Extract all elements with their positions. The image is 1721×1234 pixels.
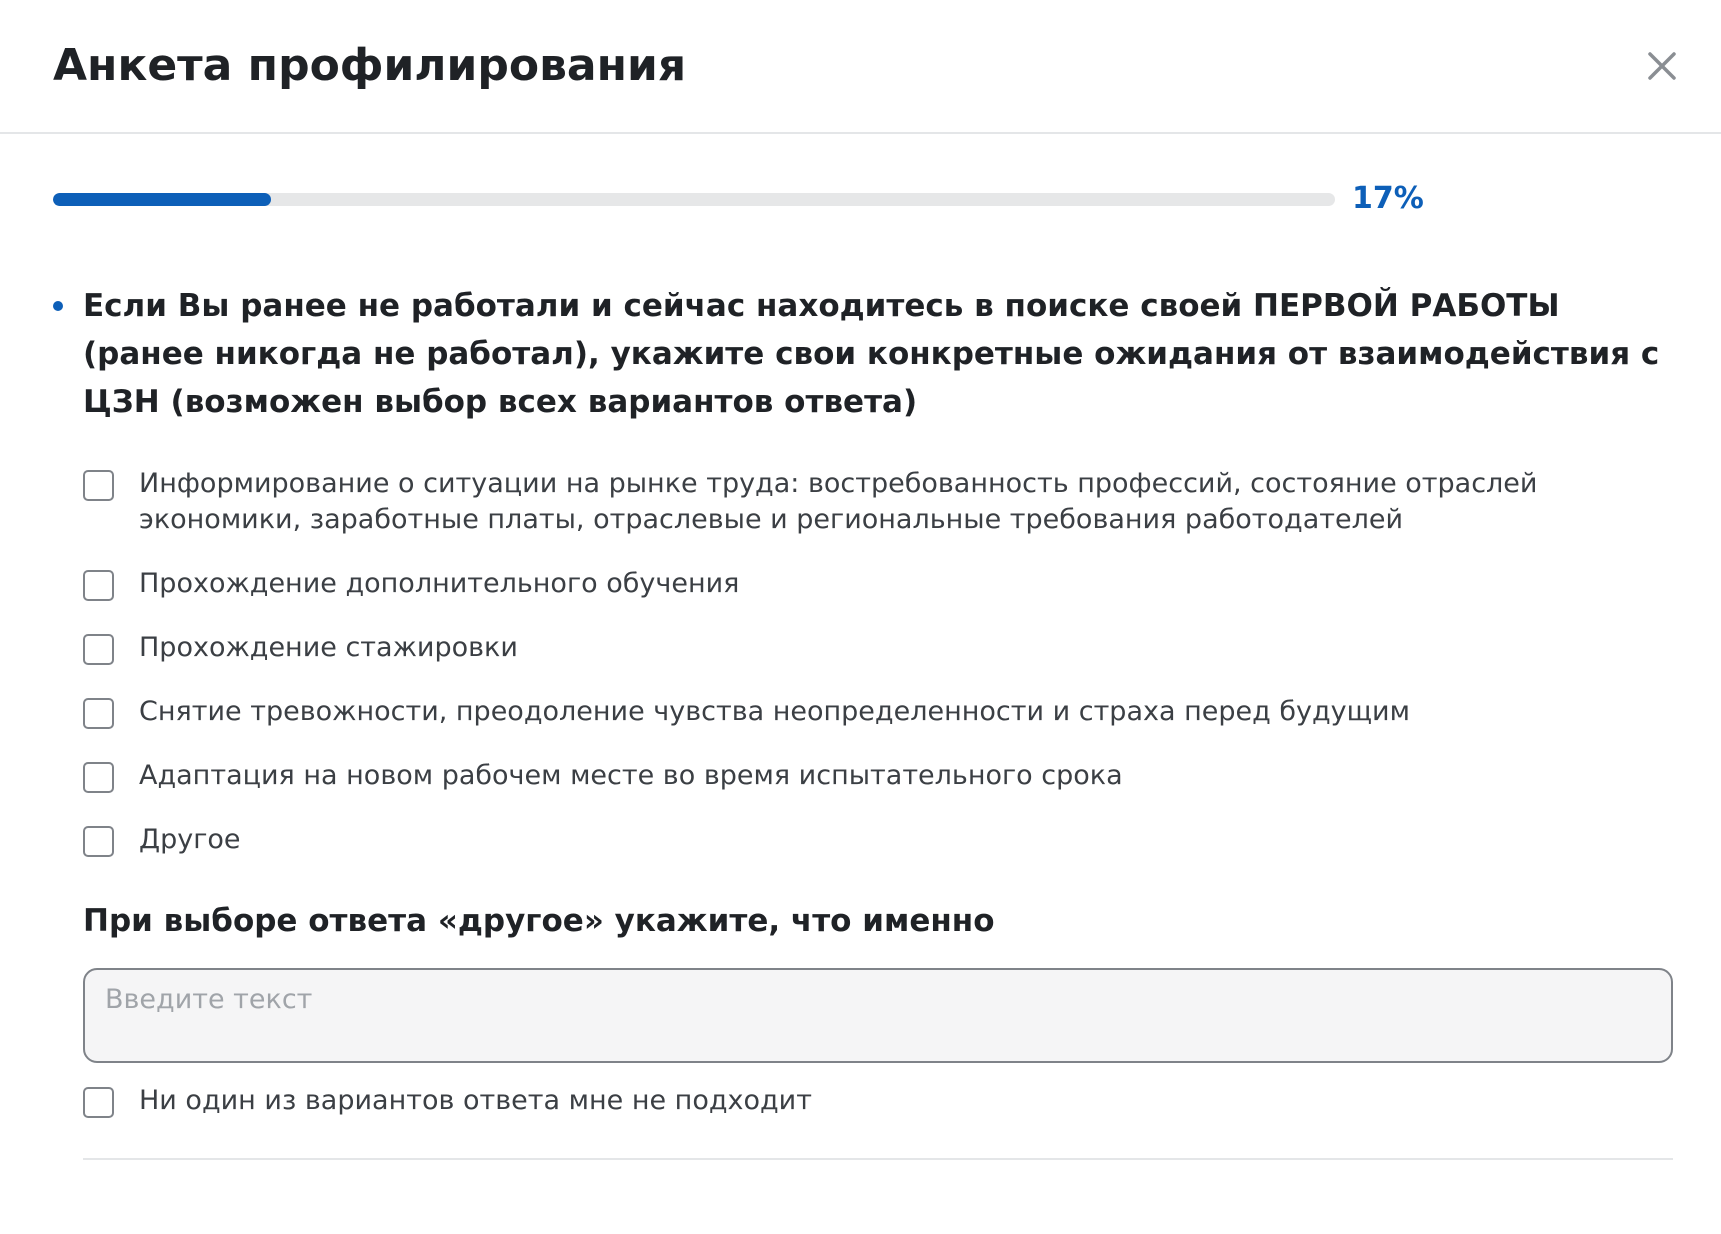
option-checkbox[interactable] [83,570,114,601]
option-checkbox[interactable] [83,470,114,501]
other-answer-title: При выборе ответа «другое» укажите, что … [83,903,995,939]
other-answer-input[interactable] [83,968,1673,1063]
progress-percent: 17% [1352,181,1424,216]
option-checkbox[interactable] [83,1087,114,1118]
option-label: Информирование о ситуации на рынке труда… [139,468,1538,535]
question-bullet [53,301,63,311]
question-text: Если Вы ранее не работали и сейчас наход… [83,288,1660,420]
dialog-title: Анкета профилирования [53,40,687,91]
option-checkbox[interactable] [83,762,114,793]
option-labour-market-info[interactable]: Информирование о ситуации на рынке труда… [83,466,1683,538]
option-label: Другое [139,824,241,855]
dialog-header: Анкета профилирования [0,0,1721,134]
option-additional-training[interactable]: Прохождение дополнительного обучения [83,566,1683,602]
option-label: Прохождение дополнительного обучения [139,568,740,599]
option-label: Ни один из вариантов ответа мне не подхо… [139,1085,812,1116]
option-label: Адаптация на новом рабочем месте во врем… [139,760,1123,791]
close-icon [1648,52,1676,80]
answer-options: Информирование о ситуации на рынке труда… [83,466,1683,886]
option-label: Снятие тревожности, преодоление чувства … [139,696,1410,727]
bottom-divider [83,1158,1673,1160]
option-internship[interactable]: Прохождение стажировки [83,630,1683,666]
option-other[interactable]: Другое [83,822,1683,858]
progress-bar [53,193,1335,206]
option-checkbox[interactable] [83,698,114,729]
option-none-suitable[interactable]: Ни один из вариантов ответа мне не подхо… [83,1083,1679,1119]
close-button[interactable] [1641,45,1683,87]
option-checkbox[interactable] [83,634,114,665]
option-adaptation[interactable]: Адаптация на новом рабочем месте во врем… [83,758,1683,794]
option-anxiety-relief[interactable]: Снятие тревожности, преодоление чувства … [83,694,1683,730]
option-label: Прохождение стажировки [139,632,518,663]
progress-bar-fill [53,193,271,206]
option-checkbox[interactable] [83,826,114,857]
